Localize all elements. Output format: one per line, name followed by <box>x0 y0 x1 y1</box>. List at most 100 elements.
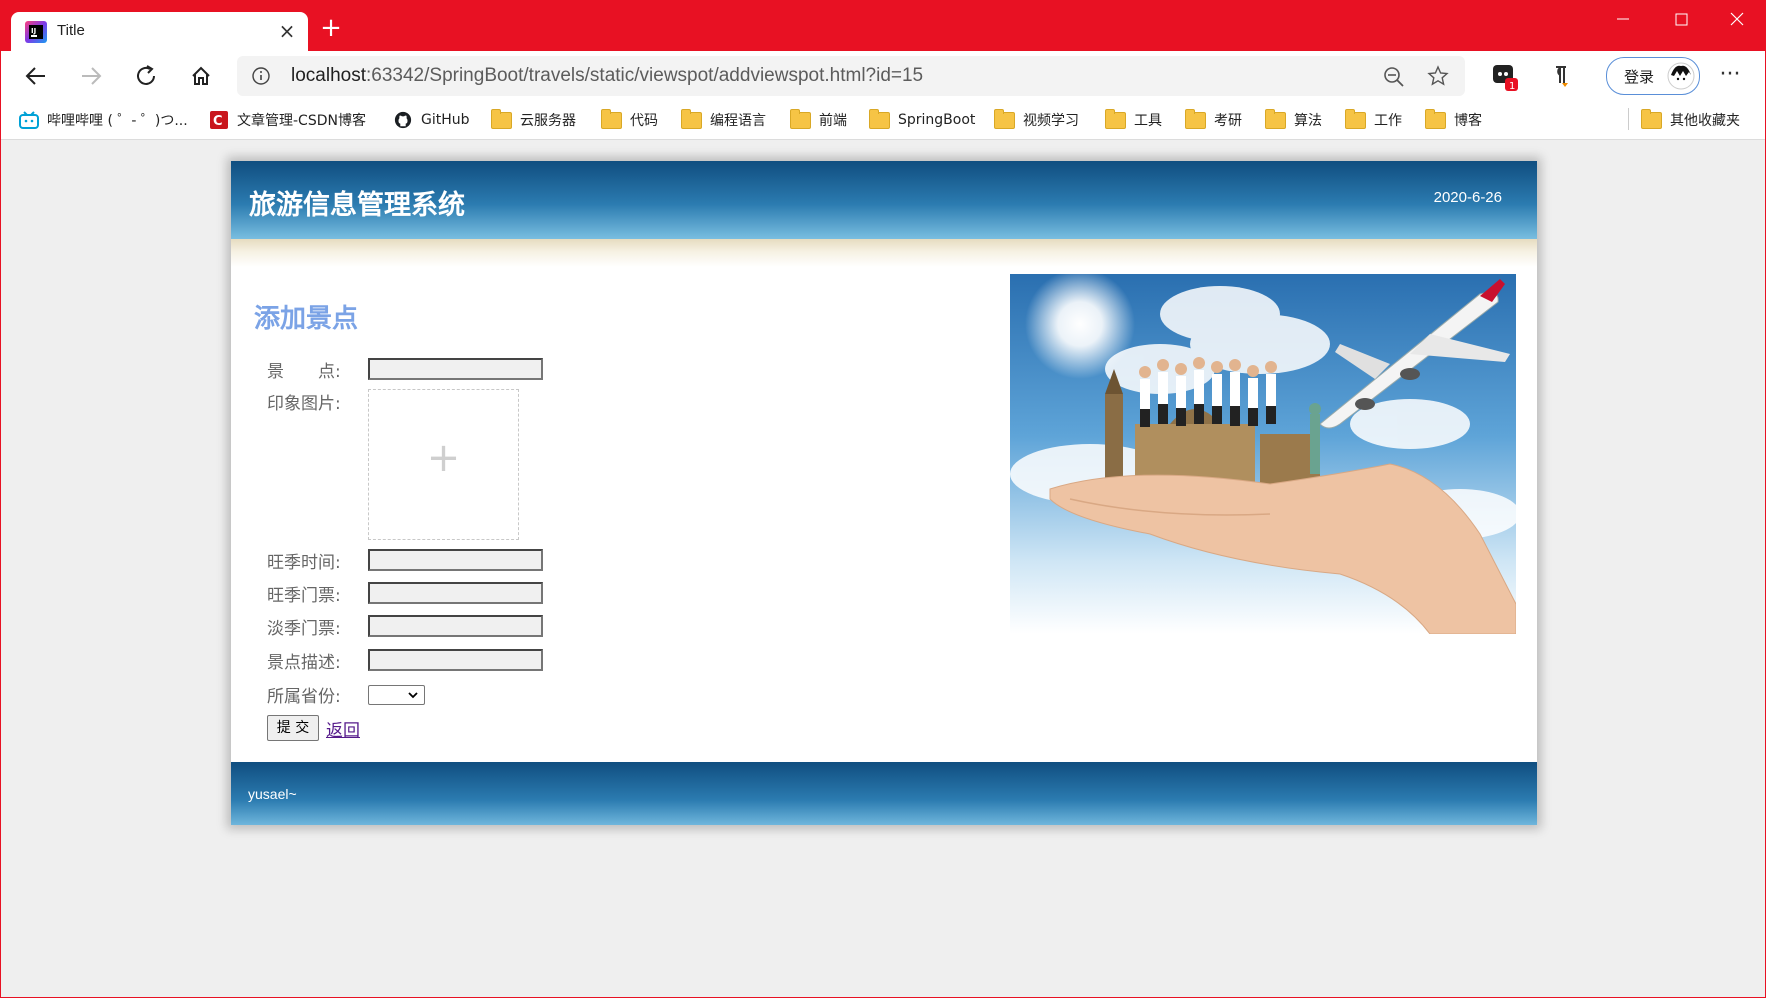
address-bar[interactable]: localhost:63342/SpringBoot/travels/stati… <box>237 56 1465 96</box>
url-path: :63342/SpringBoot/travels/static/viewspo… <box>366 65 924 86</box>
bookmark-folder[interactable]: 工作 <box>1345 108 1402 131</box>
bookmark-folder[interactable]: 考研 <box>1185 108 1242 131</box>
bookmark-folder[interactable]: 视频学习 <box>994 108 1079 131</box>
home-icon[interactable] <box>182 57 220 95</box>
bookmark-label: 文章管理-CSDN博客 <box>237 113 366 129</box>
bookmark-label: 博客 <box>1454 113 1482 129</box>
back-arrow-icon[interactable] <box>17 57 55 95</box>
browser-tab[interactable]: IJ Title × <box>11 12 308 52</box>
description-label: 景点描述: <box>267 653 341 673</box>
header-divider <box>231 239 1537 267</box>
province-select[interactable] <box>368 685 425 705</box>
avatar <box>1667 62 1695 90</box>
bookmark-label: GitHub <box>421 112 470 128</box>
off-ticket-input[interactable] <box>368 615 543 637</box>
peak-time-input[interactable] <box>368 549 543 571</box>
site-footer: yusael~ <box>231 762 1537 825</box>
folder-icon <box>1185 108 1206 129</box>
peak-ticket-label: 旺季门票: <box>267 586 341 606</box>
peak-time-label: 旺季时间: <box>267 553 341 573</box>
extension-notification-icon[interactable]: 1 <box>1491 63 1518 92</box>
bookmark-label: 哔哩哔哩 ( ゜- ゜)つ... <box>47 113 188 129</box>
paragraph-extension-icon[interactable] <box>1546 63 1572 89</box>
forward-arrow-icon[interactable] <box>72 57 110 95</box>
folder-icon <box>1345 108 1366 129</box>
folder-icon <box>1425 108 1446 129</box>
github-icon <box>394 111 412 129</box>
refresh-icon[interactable] <box>127 57 165 95</box>
favorite-star-icon[interactable] <box>1427 65 1449 87</box>
bookmark-label: 代码 <box>630 113 658 129</box>
footer-text: yusael~ <box>248 786 297 802</box>
form-title: 添加景点 <box>254 304 359 334</box>
folder-icon <box>1641 108 1662 129</box>
bookmark-folder[interactable]: 代码 <box>601 108 658 131</box>
login-button[interactable]: 登录 <box>1606 57 1700 95</box>
minimize-icon[interactable] <box>1595 1 1651 41</box>
bookmark-item[interactable]: 哔哩哔哩 ( ゜- ゜)つ... <box>19 109 188 131</box>
travel-hero-image <box>1010 274 1516 634</box>
svg-text:C: C <box>213 114 223 129</box>
folder-icon <box>1105 108 1126 129</box>
bookmark-item[interactable]: GitHub <box>393 109 470 131</box>
browser-window: IJ Title × + localhost:63342/SpringBoot/… <box>0 0 1766 998</box>
csdn-icon: C <box>210 111 228 129</box>
tab-close-icon[interactable]: × <box>276 20 298 42</box>
spot-input[interactable] <box>368 358 543 380</box>
maximize-icon[interactable] <box>1653 1 1709 41</box>
bookmark-folder[interactable]: 博客 <box>1425 108 1482 131</box>
bookmark-label: 编程语言 <box>710 113 766 129</box>
url-text[interactable]: localhost:63342/SpringBoot/travels/stati… <box>291 65 923 87</box>
bookmarks-bar: 哔哩哔哩 ( ゜- ゜)つ... C 文章管理-CSDN博客 GitHub 云服… <box>1 101 1765 140</box>
window-close-icon[interactable] <box>1709 1 1765 41</box>
tab-title: Title <box>57 22 85 39</box>
intellij-icon: IJ <box>25 21 47 43</box>
folder-icon <box>1265 108 1286 129</box>
title-bar: IJ Title × + <box>1 1 1765 52</box>
info-icon[interactable] <box>251 66 271 86</box>
bookmark-folder[interactable]: 前端 <box>790 108 847 131</box>
spot-label: 景 点: <box>267 362 341 382</box>
page-card: 旅游信息管理系统 2020-6-26 添加景点 景 点: 印象图片: + 旺季时… <box>231 161 1537 825</box>
bilibili-icon <box>19 111 39 129</box>
site-title: 旅游信息管理系统 <box>249 190 465 221</box>
login-label: 登录 <box>1624 68 1655 86</box>
new-tab-icon[interactable]: + <box>317 14 345 42</box>
chevron-down-icon <box>408 692 418 699</box>
plus-icon: + <box>426 435 461 481</box>
peak-ticket-input[interactable] <box>368 582 543 604</box>
bookmark-item[interactable]: C 文章管理-CSDN博客 <box>209 109 366 131</box>
bookmark-label: 考研 <box>1214 113 1242 129</box>
bookmark-folder[interactable]: SpringBoot <box>869 108 975 131</box>
folder-icon <box>994 108 1015 129</box>
bookmark-folder[interactable]: 算法 <box>1265 108 1322 131</box>
description-input[interactable] <box>368 649 543 671</box>
badge-count: 1 <box>1509 81 1515 92</box>
bookmark-label: 工具 <box>1134 113 1162 129</box>
image-upload-box[interactable]: + <box>368 389 519 540</box>
off-ticket-label: 淡季门票: <box>267 619 341 639</box>
svg-text:IJ: IJ <box>31 27 36 35</box>
folder-icon <box>601 108 622 129</box>
zoom-out-icon[interactable] <box>1383 66 1405 88</box>
image-label: 印象图片: <box>267 394 341 414</box>
back-link[interactable]: 返回 <box>326 716 360 741</box>
submit-button[interactable]: 提 交 <box>267 715 319 741</box>
bookmark-label: 云服务器 <box>520 113 576 129</box>
url-host: localhost <box>291 65 366 86</box>
other-bookmarks-folder[interactable]: 其他收藏夹 <box>1641 108 1740 131</box>
bookmark-folder[interactable]: 工具 <box>1105 108 1162 131</box>
bookmark-label: 算法 <box>1294 113 1322 129</box>
bookmark-separator <box>1628 108 1629 130</box>
bookmark-label: 工作 <box>1374 113 1402 129</box>
more-menu-icon[interactable]: ··· <box>1715 61 1745 91</box>
folder-icon <box>681 108 702 129</box>
bookmark-folder[interactable]: 云服务器 <box>491 108 576 131</box>
bookmark-label: 其他收藏夹 <box>1670 113 1740 129</box>
header-date: 2020-6-26 <box>1433 189 1502 206</box>
browser-toolbar: localhost:63342/SpringBoot/travels/stati… <box>1 51 1765 101</box>
folder-icon <box>790 108 811 129</box>
bookmark-label: 视频学习 <box>1023 113 1079 129</box>
bookmark-folder[interactable]: 编程语言 <box>681 108 766 131</box>
folder-icon <box>491 108 512 129</box>
